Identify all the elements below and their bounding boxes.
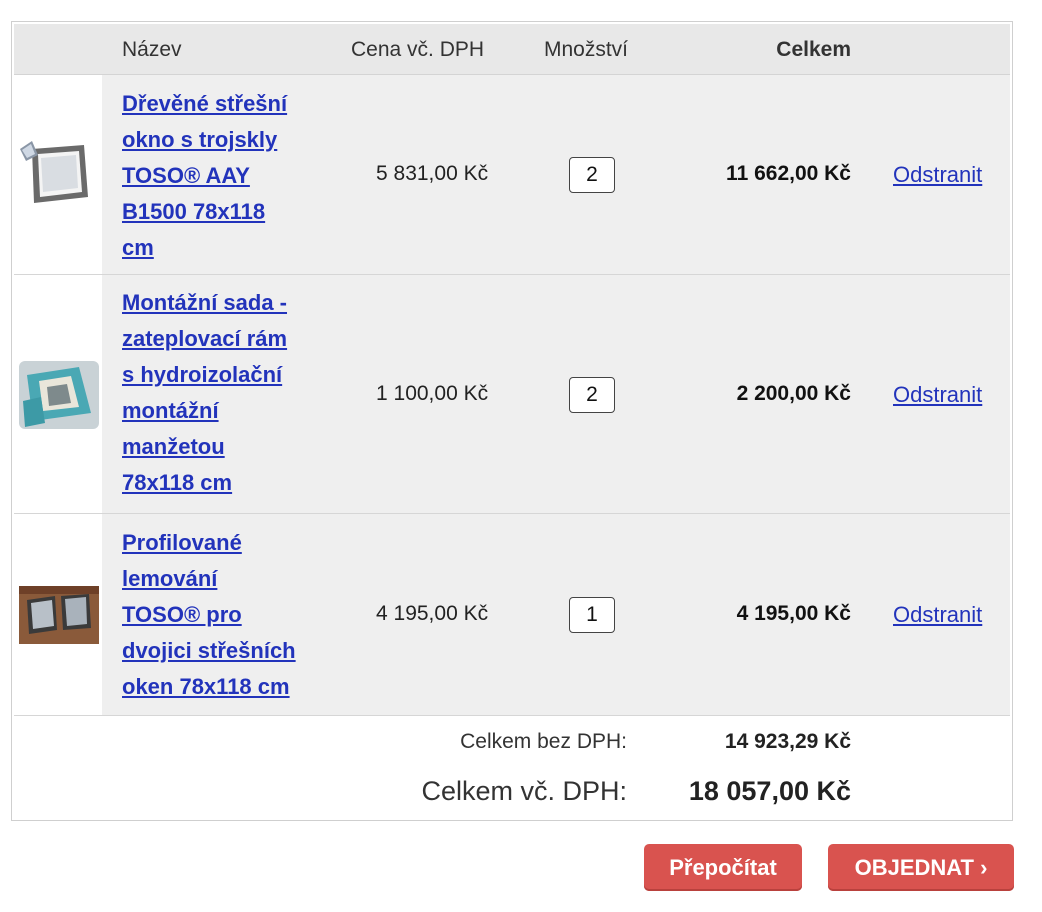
unit-price: 5 831,00 Kč	[376, 162, 489, 185]
table-row: Profilované lemování TOSO® pro dvojici s…	[14, 514, 1010, 716]
line-total: 11 662,00 Kč	[726, 162, 851, 185]
table-header: Název Cena vč. DPH Množství Celkem	[14, 24, 1010, 75]
grand-total-label: Celkem vč. DPH:	[421, 776, 627, 806]
subtotal-label: Celkem bez DPH:	[460, 730, 627, 753]
unit-price: 1 100,00 Kč	[376, 382, 489, 405]
product-image-cell	[14, 75, 102, 274]
header-price: Cena vč. DPH	[351, 38, 485, 61]
header-name: Název	[122, 38, 182, 61]
insulation-kit-icon[interactable]	[19, 361, 99, 429]
grand-total-value: 18 057,00 Kč	[688, 776, 851, 806]
product-name-link[interactable]: Profilované lemování TOSO® pro dvojici s…	[122, 525, 322, 705]
quantity-input[interactable]: 2	[569, 377, 615, 413]
remove-link[interactable]: Odstranit	[893, 162, 982, 188]
cart-table: Název Cena vč. DPH Množství Celkem Dřevě…	[11, 21, 1013, 821]
product-name-link[interactable]: Dřevěné střešní okno s trojskly TOSO® AA…	[122, 86, 322, 266]
recalculate-button[interactable]: Přepočítat	[644, 844, 802, 891]
line-total: 4 195,00 Kč	[736, 602, 851, 625]
remove-link[interactable]: Odstranit	[893, 382, 982, 408]
unit-price: 4 195,00 Kč	[376, 602, 489, 625]
flashing-icon[interactable]	[19, 586, 99, 644]
header-quantity: Množství	[544, 38, 629, 61]
quantity-input[interactable]: 2	[569, 157, 615, 193]
remove-link[interactable]: Odstranit	[893, 602, 982, 628]
subtotal-value: 14 923,29 Kč	[724, 730, 851, 753]
quantity-input[interactable]: 1	[569, 597, 615, 633]
header-total: Celkem	[776, 38, 851, 61]
product-name-link[interactable]: Montážní sada - zateplovací rám s hydroi…	[122, 285, 322, 501]
product-image-cell	[14, 514, 102, 715]
roof-window-icon[interactable]	[18, 131, 102, 215]
order-button[interactable]: OBJEDNAT ›	[828, 844, 1014, 891]
table-row: Dřevěné střešní okno s trojskly TOSO® AA…	[14, 75, 1010, 275]
line-total: 2 200,00 Kč	[736, 382, 851, 405]
table-row: Montážní sada - zateplovací rám s hydroi…	[14, 275, 1010, 514]
product-image-cell	[14, 275, 102, 513]
